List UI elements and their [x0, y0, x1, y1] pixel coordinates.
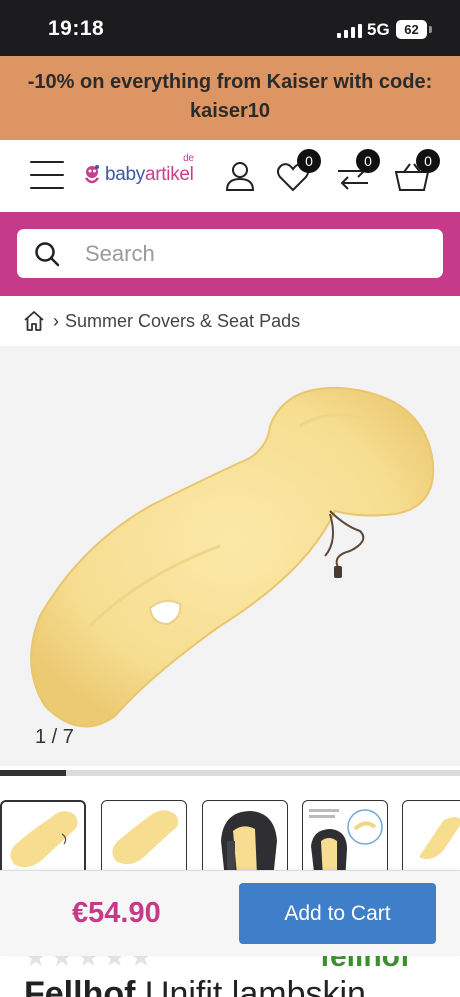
thumbnail-4-image	[309, 809, 383, 879]
logo-mark-icon	[85, 165, 99, 184]
cart-count-badge: 0	[416, 149, 440, 173]
thumbnail-2-image	[112, 810, 179, 865]
thumbnail-strip	[0, 800, 460, 880]
thumbnail-4[interactable]	[302, 800, 388, 880]
breadcrumb: › Summer Covers & Seat Pads	[0, 296, 460, 346]
promo-code: kaiser10	[189, 100, 271, 122]
thumbnail-1[interactable]	[0, 800, 86, 880]
status-time: 19:18	[48, 17, 105, 40]
site-header: babyartikel de 0 0 0	[0, 140, 460, 212]
thumbnail-5[interactable]	[402, 800, 460, 880]
breadcrumb-chevron-icon: ›	[53, 310, 59, 331]
page: 19:18 5G 62 -10% on everything from Kais…	[0, 0, 460, 997]
promo-banner[interactable]: -10% on everything from Kaiser with code…	[0, 56, 460, 140]
search-icon	[35, 242, 60, 267]
search-box[interactable]	[17, 229, 443, 278]
thumbnail-5-image	[419, 817, 460, 859]
search-input[interactable]	[85, 237, 425, 270]
thumbnail-1-image	[10, 811, 78, 868]
product-title-brand: Fellhof	[24, 975, 136, 997]
product-price: €54.90	[72, 897, 161, 929]
home-icon[interactable]	[23, 310, 45, 332]
signal-icon	[337, 22, 362, 38]
image-counter: 1 / 7	[35, 726, 74, 748]
logo[interactable]: babyartikel de	[82, 153, 194, 193]
product-image-gallery[interactable]: 1 / 7	[0, 346, 460, 766]
status-bar: 19:18 5G 62	[0, 0, 460, 56]
add-to-cart-button[interactable]: Add to Cart	[239, 883, 436, 944]
menu-button[interactable]	[30, 161, 64, 189]
account-icon[interactable]	[224, 160, 256, 192]
breadcrumb-current[interactable]: Summer Covers & Seat Pads	[65, 311, 300, 332]
gallery-progress-bar	[0, 770, 460, 776]
thumbnail-2[interactable]	[101, 800, 187, 880]
gallery-progress-fill	[0, 770, 66, 776]
product-title: Fellhof Unifit lambskin	[24, 975, 366, 997]
promo-line-1: -10% on everything from Kaiser with code…	[27, 71, 433, 93]
thumbnail-3[interactable]	[202, 800, 288, 880]
battery-icon: 62	[396, 20, 427, 39]
sticky-cart-bar: €54.90 Add to Cart	[0, 870, 460, 956]
search-band	[0, 212, 460, 296]
product-title-rest: Unifit lambskin	[135, 975, 366, 997]
product-image	[30, 386, 435, 728]
wishlist-count-badge: 0	[297, 149, 321, 173]
compare-count-badge: 0	[356, 149, 380, 173]
network-label: 5G	[367, 20, 390, 39]
battery-tip	[429, 26, 432, 33]
thumbnail-3-image	[221, 811, 277, 879]
logo-text: babyartikel de	[105, 153, 194, 185]
